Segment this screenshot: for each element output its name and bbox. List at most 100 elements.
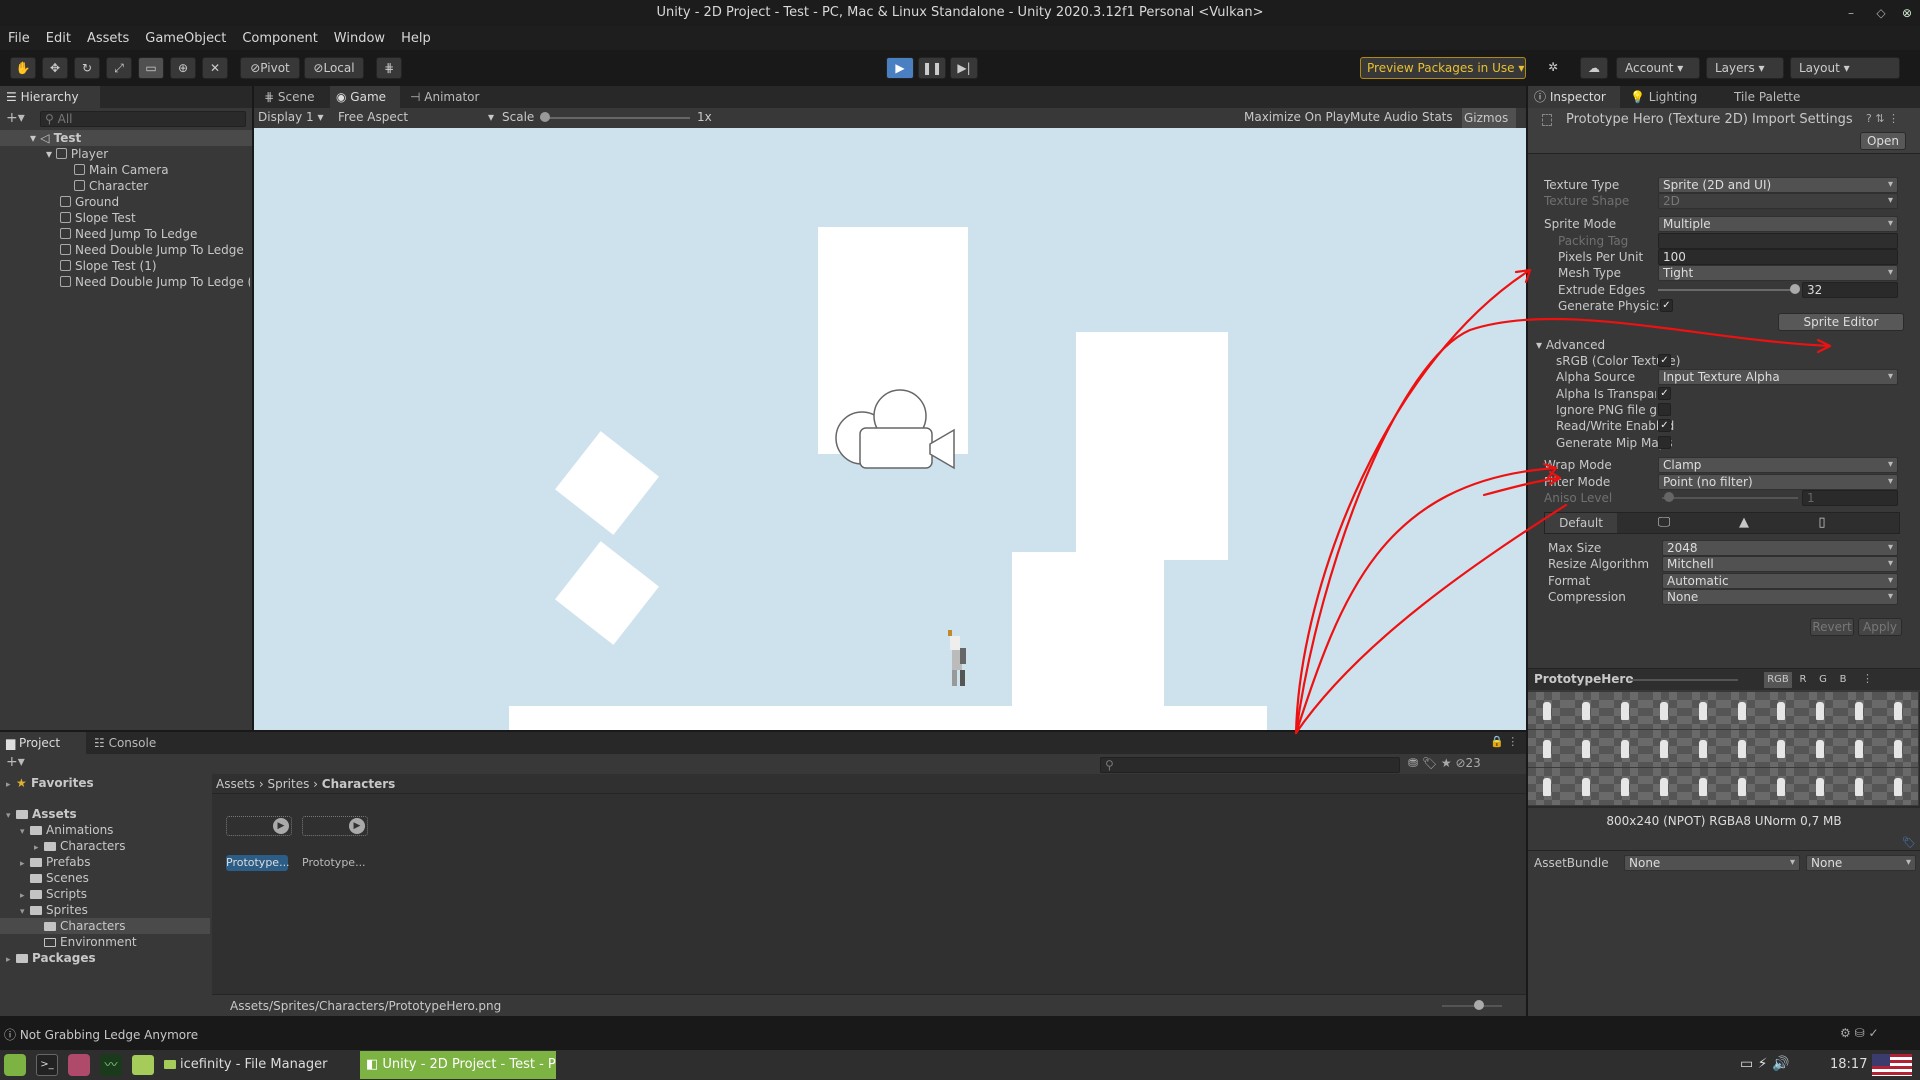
minimize-icon[interactable]: – [1836, 0, 1866, 26]
system-monitor-icon[interactable]: 〰 [100, 1054, 122, 1076]
ignore-png-checkbox[interactable] [1658, 403, 1671, 416]
start-menu-icon[interactable] [4, 1054, 26, 1076]
folder-animations[interactable]: ▾ Animations [20, 822, 113, 838]
create-icon[interactable]: +▾ [6, 754, 25, 770]
generate-physics-checkbox[interactable]: ✓ [1660, 299, 1673, 312]
breadcrumb-assets[interactable]: Assets [216, 777, 255, 791]
display-dropdown[interactable]: Display 1 ▾ [258, 110, 336, 124]
channel-r[interactable]: R [1794, 672, 1812, 688]
menu-help[interactable]: Help [393, 31, 439, 46]
tab-tile-palette[interactable]: Tile Palette [1728, 86, 1828, 108]
menu-edit[interactable]: Edit [38, 31, 79, 46]
icon-size-slider-handle[interactable] [1474, 1000, 1484, 1010]
filter-icons[interactable]: ⛃ 🏷 ★ ⊘23 [1408, 756, 1481, 770]
layers-dropdown[interactable]: Layers ▾ [1706, 57, 1784, 79]
alpha-transparency-checkbox[interactable]: ✓ [1658, 387, 1671, 400]
preview-menu-icon[interactable]: ⋮ [1862, 672, 1873, 685]
tab-inspector[interactable]: ⓘ Inspector [1528, 86, 1620, 108]
rect-tool-icon[interactable]: ▭ [138, 57, 164, 79]
close-icon[interactable]: ⊗ [1892, 0, 1920, 26]
help-icon[interactable]: ? ⇅ ⋮ [1866, 112, 1899, 125]
folder-scripts[interactable]: ▸ Scripts [20, 886, 87, 902]
tab-game[interactable]: ◉ Game [330, 86, 400, 108]
android-icon[interactable]: ▲ [1729, 513, 1759, 533]
hierarchy-item-player[interactable]: ▾ Player [46, 146, 108, 162]
hierarchy-item-need-double-jump-1[interactable]: Need Double Jump To Ledge (1 [60, 274, 250, 290]
game-viewport[interactable] [254, 128, 1526, 730]
breadcrumb-sprites[interactable]: Sprites [268, 777, 310, 791]
apply-button[interactable]: Apply [1858, 618, 1902, 636]
advanced-foldout[interactable]: ▾ Advanced [1536, 337, 1605, 353]
hierarchy-item-slope-test-1[interactable]: Slope Test (1) [60, 258, 157, 274]
collab-icon[interactable]: ✲ [1540, 57, 1566, 79]
format-dropdown[interactable]: Automatic [1662, 573, 1898, 589]
channel-b[interactable]: B [1834, 672, 1852, 688]
compression-dropdown[interactable]: None [1662, 589, 1898, 605]
asset-file[interactable]: Prototype... [302, 855, 366, 871]
rotate-tool-icon[interactable]: ↻ [74, 57, 100, 79]
breadcrumb-characters[interactable]: Characters [322, 777, 396, 791]
filter-mode-dropdown[interactable]: Point (no filter) [1658, 474, 1898, 490]
hierarchy-item-need-jump[interactable]: Need Jump To Ledge [60, 226, 197, 242]
wrap-mode-dropdown[interactable]: Clamp [1658, 457, 1898, 473]
hierarchy-item-main-camera[interactable]: Main Camera [74, 162, 169, 178]
mesh-type-dropdown[interactable]: Tight [1658, 265, 1898, 281]
scale-slider[interactable] [540, 117, 690, 119]
app-icon[interactable] [68, 1054, 90, 1076]
taskbar-unity[interactable]: ◧ Unity - 2D Project - Test - PC,... [360, 1051, 556, 1079]
local-toggle[interactable]: ⊘Local [304, 57, 364, 79]
revert-button[interactable]: Revert [1810, 618, 1854, 636]
menu-window[interactable]: Window [326, 31, 393, 46]
transform-tool-icon[interactable]: ⊕ [170, 57, 196, 79]
read-write-checkbox[interactable]: ✓ [1658, 419, 1671, 432]
hierarchy-item-ground[interactable]: Ground [60, 194, 119, 210]
keyboard-layout-flag-icon[interactable] [1872, 1054, 1912, 1076]
tray-icons[interactable]: ▭ ⚡ 🔊 [1740, 1056, 1789, 1072]
menu-assets[interactable]: Assets [79, 31, 137, 46]
files-icon[interactable] [132, 1055, 154, 1075]
menu-component[interactable]: Component [234, 31, 325, 46]
grid-snap-icon[interactable]: ⋕ [376, 57, 402, 79]
tab-project[interactable]: ▆ Project [0, 732, 86, 754]
hierarchy-item-character[interactable]: Character [74, 178, 148, 194]
hierarchy-item-need-double-jump[interactable]: Need Double Jump To Ledge [60, 242, 244, 258]
sprite-editor-button[interactable]: Sprite Editor [1778, 313, 1904, 331]
stats-toggle[interactable]: Stats [1422, 110, 1453, 124]
cloud-icon[interactable]: ☁ [1580, 57, 1608, 79]
assetbundle-dropdown[interactable]: None [1624, 855, 1800, 871]
project-search-input[interactable]: ⚲ [1100, 757, 1400, 773]
tab-hierarchy[interactable]: ☰ Hierarchy [0, 86, 100, 108]
custom-tool-icon[interactable]: ✕ [202, 57, 228, 79]
sprite-mode-dropdown[interactable]: Multiple [1658, 216, 1898, 232]
play-button[interactable]: ▶ [886, 57, 914, 79]
scale-tool-icon[interactable]: ⤢ [106, 57, 132, 79]
texture-type-dropdown[interactable]: Sprite (2D and UI) [1658, 177, 1898, 193]
scene-root[interactable]: ▾ ◁ Test [30, 130, 81, 146]
folder-scenes[interactable]: Scenes [30, 870, 89, 886]
folder-prefabs[interactable]: ▸ Prefabs [20, 854, 91, 870]
max-size-dropdown[interactable]: 2048 [1662, 540, 1898, 556]
resize-algorithm-dropdown[interactable]: Mitchell [1662, 556, 1898, 572]
menu-file[interactable]: File [0, 31, 38, 46]
alpha-source-dropdown[interactable]: Input Texture Alpha [1658, 369, 1898, 385]
favorites-item[interactable]: ▸ ★ Favorites [6, 775, 94, 791]
mipmaps-checkbox[interactable] [1658, 436, 1671, 449]
extrude-slider[interactable] [1658, 289, 1798, 291]
icon-size-slider[interactable] [1442, 1005, 1502, 1007]
hierarchy-item-slope-test[interactable]: Slope Test [60, 210, 136, 226]
gizmos-dropdown[interactable]: Gizmos ▾ [1462, 108, 1516, 145]
tab-platform-default[interactable]: Default [1545, 513, 1617, 533]
tab-animator[interactable]: ⊣ Animator [404, 86, 494, 108]
monitor-icon[interactable]: 🖵 [1649, 513, 1679, 533]
folder-animations-characters[interactable]: ▸ Characters [34, 838, 126, 854]
tab-scene[interactable]: ⋕ Scene [258, 86, 328, 108]
extrude-field[interactable]: 32 [1802, 282, 1898, 298]
mute-audio-toggle[interactable]: Mute Audio [1350, 110, 1418, 124]
animation-clip-icon[interactable]: ▶ [302, 816, 368, 836]
animation-clip-icon[interactable]: ▶ [226, 816, 292, 836]
folder-sprites-characters[interactable]: Characters [44, 918, 126, 934]
layout-dropdown[interactable]: Layout ▾ [1790, 57, 1900, 79]
scale-slider-handle[interactable] [540, 112, 550, 122]
pivot-toggle[interactable]: ⊘Pivot [240, 57, 300, 79]
hierarchy-search-input[interactable]: ⚲ All [40, 111, 246, 127]
